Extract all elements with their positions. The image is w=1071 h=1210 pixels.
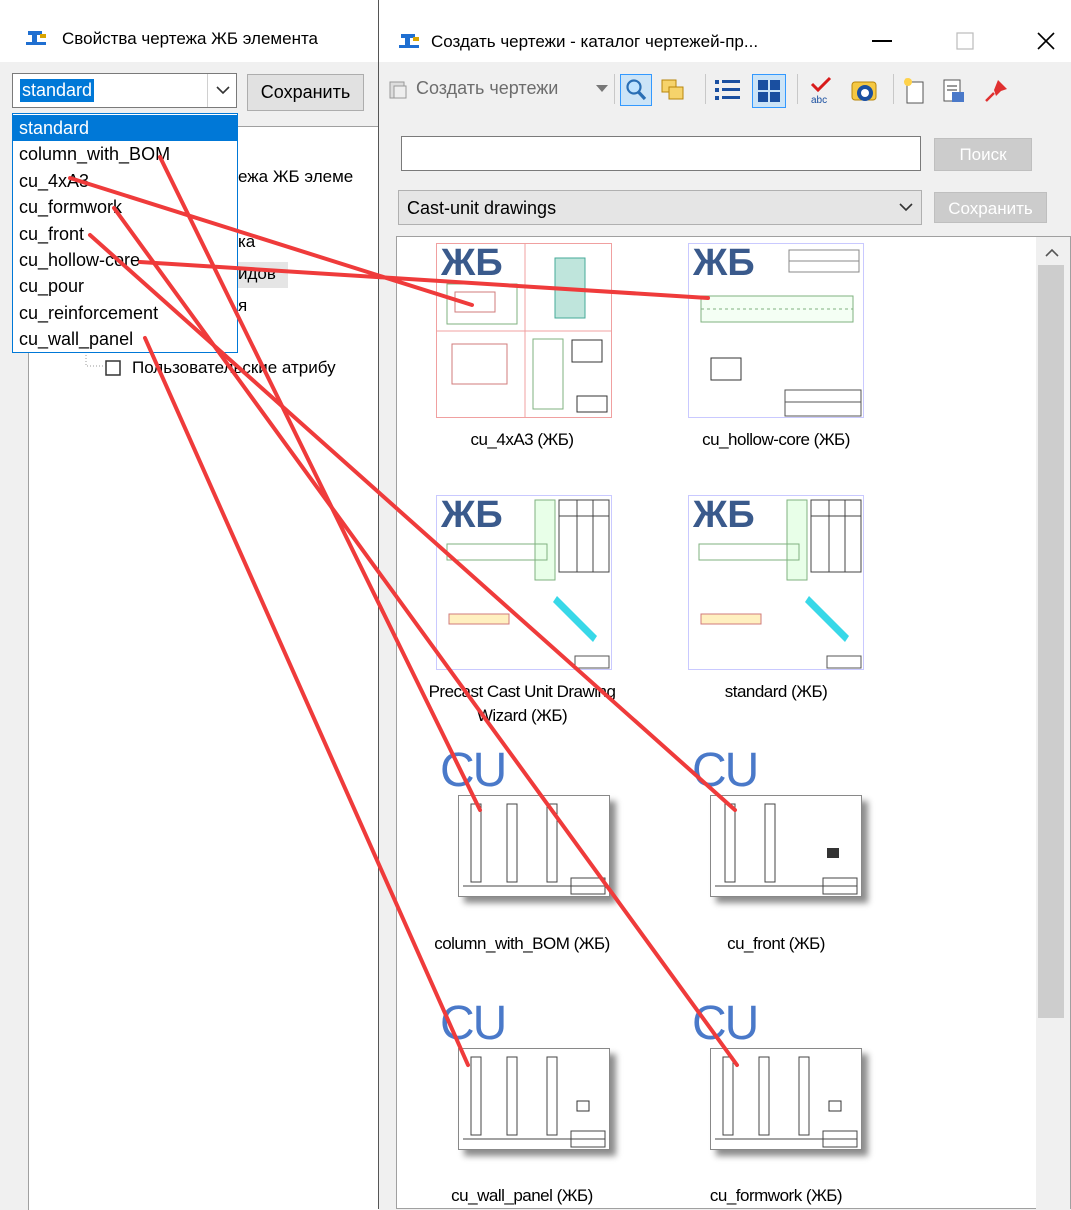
create-drawings-button[interactable]: Создать чертежи: [416, 78, 558, 99]
catalog-item[interactable]: CU: [436, 997, 612, 1150]
dropdown-item[interactable]: cu_reinforcement: [13, 300, 237, 326]
dropdown-item[interactable]: cu_pour: [13, 273, 237, 299]
app-icon: [399, 34, 419, 48]
catalog-item[interactable]: ЖБ: [688, 495, 864, 670]
thumbnail-badge: ЖБ: [693, 243, 755, 284]
thumbnail-badge: CU: [692, 744, 759, 797]
spellcheck-icon[interactable]: abc: [808, 74, 840, 106]
tree-connector: [85, 355, 104, 367]
dropdown-item[interactable]: cu_formwork: [13, 194, 237, 220]
minimize-icon[interactable]: [872, 40, 892, 42]
chevron-down-icon[interactable]: [596, 85, 608, 93]
drawing-preview: [463, 803, 606, 895]
tree-node[interactable]: идов: [238, 264, 276, 284]
catalog-item-caption[interactable]: column_with_BOM (ЖБ): [397, 932, 647, 956]
combobox-arrow[interactable]: [207, 74, 236, 107]
refresh-icon[interactable]: [850, 76, 880, 106]
chevron-down-icon: [216, 86, 230, 95]
dropdown-item[interactable]: cu_4xA3: [13, 168, 237, 194]
drawing-thumbnail: [458, 1048, 610, 1150]
search-icon: [626, 79, 647, 101]
catalog-item-caption[interactable]: cu_front (ЖБ): [651, 932, 901, 956]
pin-icon[interactable]: [982, 77, 1010, 105]
settings-combobox[interactable]: standard: [12, 73, 237, 108]
thumbnail-badge: CU: [440, 997, 507, 1050]
save-button[interactable]: Сохранить: [247, 74, 364, 111]
thumbnail-badge: ЖБ: [693, 495, 755, 536]
thumbnail-badge: CU: [692, 997, 759, 1050]
dropdown-item[interactable]: standard: [13, 115, 237, 142]
new-icon[interactable]: [900, 76, 930, 106]
drawing-thumbnail: [710, 1048, 862, 1150]
catalog-item-caption[interactable]: standard (ЖБ): [651, 680, 901, 704]
drawing-thumbnail: ЖБ: [688, 495, 864, 670]
thumbnail-view-icon: [758, 80, 780, 102]
scroll-up-icon[interactable]: [1045, 248, 1059, 258]
catalog-item-caption[interactable]: cu_wall_panel (ЖБ): [397, 1184, 647, 1208]
catalog-item[interactable]: CU: [688, 997, 864, 1150]
search-button[interactable]: Поиск: [934, 138, 1032, 171]
search-toggle[interactable]: [620, 74, 652, 106]
toolbar-separator: [614, 74, 615, 104]
category-value: Cast-unit drawings: [407, 198, 557, 218]
catalog-item[interactable]: ЖБ: [436, 243, 612, 418]
combobox-value[interactable]: standard: [20, 79, 95, 102]
dropdown-item[interactable]: cu_hollow-core: [13, 247, 237, 273]
checkbox[interactable]: [105, 360, 121, 376]
maximize-icon[interactable]: [956, 32, 974, 50]
catalog-item-caption[interactable]: cu_hollow-core (ЖБ): [651, 428, 901, 452]
catalog-item-caption[interactable]: Wizard (ЖБ): [397, 704, 647, 728]
drawing-thumbnail: ЖБ: [436, 495, 612, 670]
title-bar: Свойства чертежа ЖБ элемента: [0, 0, 378, 62]
category-select[interactable]: Cast-unit drawings: [398, 190, 922, 225]
drawing-preview: [463, 1056, 606, 1148]
tree-node-user-attributes[interactable]: Пользовательские атрибу: [132, 358, 336, 378]
dropdown-item[interactable]: column_with_BOM: [13, 141, 237, 167]
dropdown-item[interactable]: cu_wall_panel: [13, 326, 237, 352]
catalog-item-caption[interactable]: cu_4xA3 (ЖБ): [397, 428, 647, 452]
drawing-thumbnail: ЖБ: [436, 243, 612, 418]
copy-icon[interactable]: [659, 77, 687, 103]
thumbnail-badge: CU: [440, 744, 507, 797]
drawing-thumbnail: [710, 795, 862, 897]
close-icon[interactable]: [1037, 32, 1055, 50]
svg-text:abc: abc: [811, 95, 827, 106]
window-title: Свойства чертежа ЖБ элемента: [62, 29, 319, 48]
toolbar-separator: [893, 74, 894, 104]
catalog-item-caption[interactable]: cu_formwork (ЖБ): [651, 1184, 901, 1208]
combobox-dropdown-list[interactable]: standard column_with_BOM cu_4xA3 cu_form…: [12, 113, 238, 353]
drawing-preview: [715, 803, 858, 895]
catalog-item[interactable]: CU: [688, 744, 864, 897]
window-title: Создать чертежи - каталог чертежей-пр...: [431, 32, 759, 51]
scrollbar-thumb[interactable]: [1038, 265, 1064, 1018]
search-input[interactable]: [401, 136, 921, 171]
drawing-thumbnail: ЖБ: [688, 243, 864, 418]
toolbar-separator: [797, 74, 798, 104]
thumbnail-badge: ЖБ: [441, 495, 503, 536]
toolbar-separator: [705, 74, 706, 104]
catalog-item[interactable]: ЖБ: [688, 243, 864, 418]
tree-node[interactable]: ка: [238, 232, 255, 252]
catalog-item[interactable]: ЖБ: [436, 495, 612, 670]
app-icon: [26, 31, 46, 45]
tree-node[interactable]: ежа ЖБ элеме: [238, 167, 353, 187]
drawing-preview: [715, 1056, 858, 1148]
dropdown-item[interactable]: cu_front: [13, 221, 237, 247]
catalog-item[interactable]: CU: [436, 744, 612, 897]
thumbnail-badge: ЖБ: [441, 243, 503, 284]
category-save-button[interactable]: Сохранить: [934, 192, 1047, 223]
list-view-icon[interactable]: [713, 76, 743, 104]
drawing-properties-window: Свойства чертежа ЖБ элемента standard Со…: [0, 0, 379, 1210]
tree-node[interactable]: я: [238, 296, 247, 316]
properties-icon[interactable]: [940, 77, 968, 105]
thumbnail-view-toggle[interactable]: [752, 74, 786, 108]
title-bar: Создать чертежи - каталог чертежей-пр...: [379, 0, 1071, 62]
drawing-thumbnail: [458, 795, 610, 897]
create-drawings-icon: [389, 81, 407, 99]
catalog-item-caption[interactable]: Precast Cast Unit Drawing: [397, 680, 647, 704]
chevron-down-icon: [899, 203, 913, 212]
